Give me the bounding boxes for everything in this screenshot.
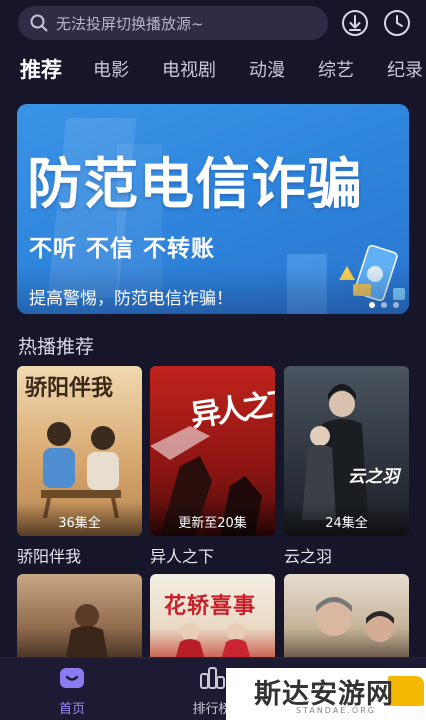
watermark-subtext: STANDAE.ORG <box>296 706 376 715</box>
tab-variety[interactable]: 综艺 <box>318 56 354 82</box>
poster-figures <box>316 597 394 642</box>
poster-figures <box>302 384 368 520</box>
search-placeholder: 无法投屏切换播放源~ <box>56 14 204 33</box>
tab-tv-series[interactable]: 电视剧 <box>162 56 216 82</box>
card-title: 异人之下 <box>150 547 215 566</box>
video-card[interactable]: 花轿喜事 <box>150 574 275 664</box>
history-icon[interactable] <box>382 8 412 38</box>
banner-carousel[interactable]: 防范电信诈骗 不听 不信 不转账 提高警惕，防范电信诈骗！ <box>17 104 409 314</box>
video-card[interactable] <box>284 574 409 664</box>
card-title: 骄阳伴我 <box>17 547 82 566</box>
section-title: 热播推荐 <box>18 336 95 358</box>
app-root: 无法投屏切换播放源~ 推荐 电影 电视剧 动漫 综艺 纪录 防范电信诈骗 不听 … <box>0 0 426 720</box>
banner-slogan: 不听 不信 不转账 <box>29 236 216 262</box>
nav-home[interactable]: 首页 <box>32 664 112 717</box>
search-icon <box>30 14 48 32</box>
video-card[interactable] <box>17 574 142 664</box>
tab-anime[interactable]: 动漫 <box>249 56 285 82</box>
carousel-dot[interactable] <box>393 302 399 308</box>
episode-badge: 36集全 <box>58 516 101 531</box>
ranking-icon <box>200 667 225 689</box>
site-watermark: 斯达安游网 STANDAE.ORG <box>226 668 426 720</box>
tab-movie[interactable]: 电影 <box>93 56 129 82</box>
card-title: 云之羽 <box>284 547 333 566</box>
video-card[interactable]: 骄阳伴我 36集全 骄阳伴我 <box>17 366 142 567</box>
search-bar[interactable]: 无法投屏切换播放源~ <box>18 6 328 40</box>
poster-title-art: 花轿喜事 <box>164 594 257 619</box>
carousel-indicator <box>369 302 399 308</box>
poster[interactable]: 云之羽 24集全 <box>284 366 409 536</box>
carousel-dot-active[interactable] <box>369 302 375 308</box>
banner-caption: 提高警惕，防范电信诈骗！ <box>29 289 233 309</box>
tab-recommend[interactable]: 推荐 <box>20 54 62 84</box>
poster[interactable]: 异人之下 更新至20集 <box>150 366 275 536</box>
carousel-dot[interactable] <box>381 302 387 308</box>
poster[interactable]: 骄阳伴我 36集全 <box>17 366 142 536</box>
video-card[interactable]: 云之羽 24集全 云之羽 <box>284 366 409 567</box>
episode-badge: 24集全 <box>325 516 368 531</box>
poster-title-art: 云之羽 <box>348 467 399 487</box>
nav-home-label: 首页 <box>58 702 85 717</box>
episode-badge: 更新至20集 <box>178 516 247 531</box>
category-tabs: 推荐 电影 电视剧 动漫 综艺 纪录 <box>0 50 426 90</box>
banner-title: 防范电信诈骗 <box>27 152 364 216</box>
download-icon[interactable] <box>340 8 370 38</box>
poster-figures <box>65 604 109 664</box>
video-card[interactable]: 异人之下 更新至20集 异人之下 <box>150 366 275 567</box>
top-bar: 无法投屏切换播放源~ <box>0 0 426 50</box>
tab-documentary[interactable]: 纪录 <box>387 56 423 82</box>
home-icon <box>60 668 84 688</box>
poster-title-art: 骄阳伴我 <box>25 376 114 401</box>
